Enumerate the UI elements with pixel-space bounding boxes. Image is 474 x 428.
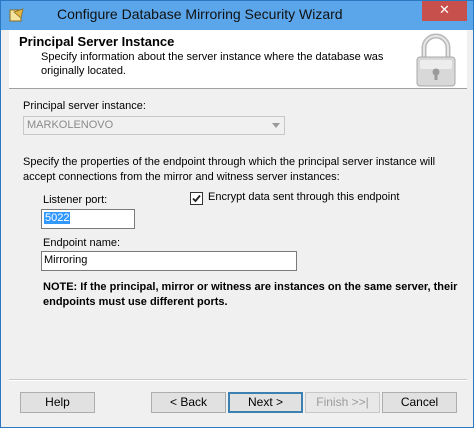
- help-button[interactable]: Help: [20, 392, 95, 413]
- next-button[interactable]: Next >: [228, 392, 303, 413]
- title-bar[interactable]: Configure Database Mirroring Security Wi…: [1, 1, 473, 30]
- endpoint-name-label: Endpoint name:: [43, 237, 121, 249]
- ports-note: NOTE: If the principal, mirror or witnes…: [43, 281, 458, 308]
- chevron-down-icon: [272, 123, 280, 128]
- encrypt-label[interactable]: Encrypt data sent through this endpoint: [208, 191, 399, 203]
- close-button[interactable]: ✕: [422, 1, 467, 21]
- endpoint-description: Specify the properties of the endpoint t…: [23, 156, 436, 183]
- encrypt-checkbox[interactable]: [190, 192, 203, 205]
- wizard-window: Configure Database Mirroring Security Wi…: [0, 0, 474, 428]
- footer-divider: [9, 379, 467, 381]
- principal-instance-value: MARKOLENOVO: [27, 119, 114, 131]
- endpoint-name-input[interactable]: Mirroring: [41, 251, 297, 271]
- checkmark-icon: [192, 194, 201, 203]
- listener-port-value: 5022: [44, 212, 71, 224]
- listener-port-input[interactable]: 5022: [41, 209, 135, 229]
- principal-instance-dropdown: MARKOLENOVO: [23, 116, 285, 135]
- close-icon: ✕: [439, 3, 450, 18]
- page-header: Principal Server Instance Specify inform…: [9, 30, 467, 89]
- cancel-button[interactable]: Cancel: [382, 392, 457, 413]
- back-button[interactable]: < Back: [151, 392, 226, 413]
- window-title: Configure Database Mirroring Security Wi…: [57, 6, 343, 22]
- finish-button[interactable]: Finish >>|: [305, 392, 380, 413]
- listener-port-label: Listener port:: [43, 194, 108, 206]
- endpoint-name-value: Mirroring: [44, 254, 88, 266]
- padlock-icon: [416, 33, 456, 87]
- wizard-app-icon: [9, 8, 24, 22]
- page-description: Specify information about the server ins…: [41, 51, 384, 77]
- page-title: Principal Server Instance: [19, 34, 175, 49]
- principal-instance-label: Principal server instance:: [23, 100, 146, 112]
